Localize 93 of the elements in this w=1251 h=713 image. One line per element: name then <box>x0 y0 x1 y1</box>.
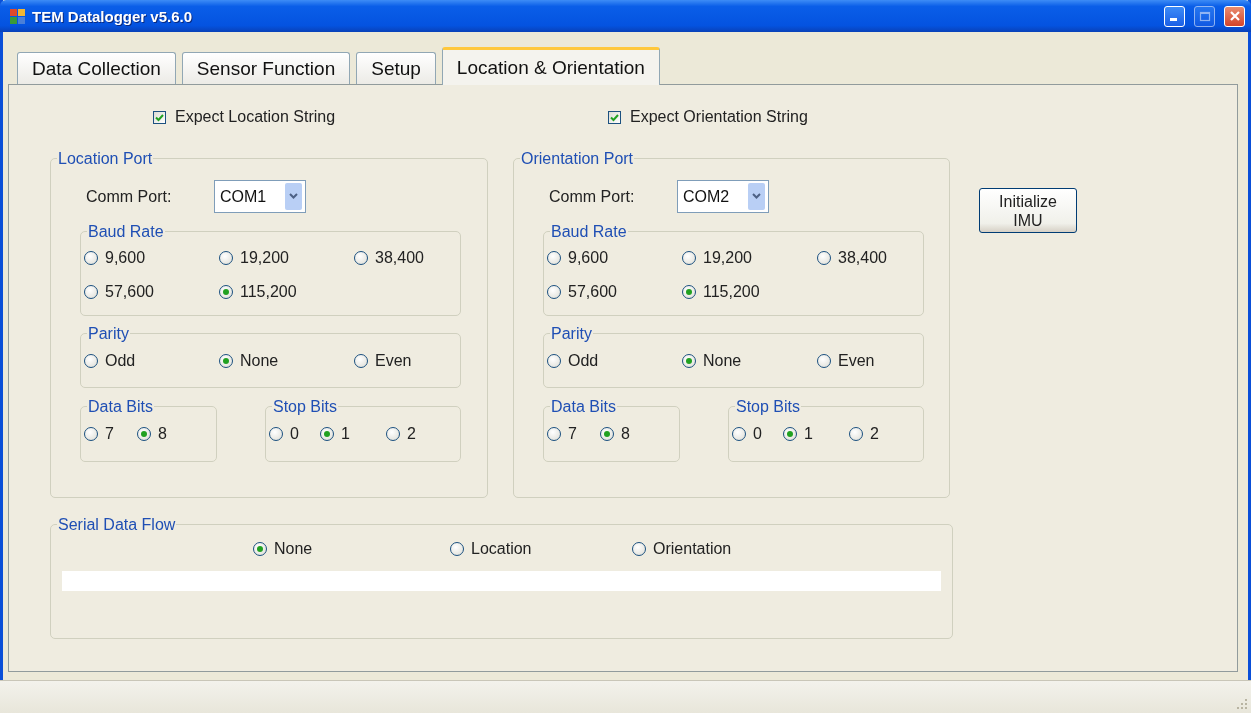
radio-label[interactable]: 38,400 <box>838 249 887 267</box>
window-title: TEM Datalogger v5.6.0 <box>32 7 194 25</box>
radio-button[interactable] <box>817 251 831 265</box>
checkbox-label[interactable]: Expect Orientation String <box>630 108 808 126</box>
resize-grip-icon[interactable] <box>1236 698 1248 710</box>
radio-button[interactable] <box>137 427 151 441</box>
radio-label[interactable]: None <box>240 352 279 370</box>
radio-button[interactable] <box>732 427 746 441</box>
radio-label[interactable]: 2 <box>870 425 879 443</box>
close-icon <box>1228 10 1241 22</box>
radio-label[interactable]: Even <box>375 352 412 370</box>
radio-label[interactable]: 8 <box>621 425 630 443</box>
radio-button[interactable] <box>354 354 368 368</box>
tab[interactable]: Setup <box>356 52 436 84</box>
group-title: Location Port <box>57 149 154 168</box>
radio-button[interactable] <box>783 427 797 441</box>
radio-button[interactable] <box>632 542 646 556</box>
field-label: Comm Port: <box>549 187 636 206</box>
tab[interactable]: Data Collection <box>17 52 176 84</box>
maximize-button[interactable] <box>1194 5 1215 27</box>
caret-icon[interactable] <box>285 183 302 210</box>
minimize-button[interactable] <box>1164 5 1185 27</box>
radio-label[interactable]: Odd <box>568 352 599 370</box>
group-title: Parity <box>87 324 130 343</box>
tab[interactable]: Location & Orientation <box>441 47 660 85</box>
group-title: Baud Rate <box>550 222 628 241</box>
group-title: Data Bits <box>87 397 154 416</box>
checkbox[interactable] <box>608 110 621 124</box>
radio-button[interactable] <box>682 285 696 299</box>
initialize-button[interactable]: Initialize IMU <box>979 188 1077 233</box>
caret-icon[interactable] <box>748 183 765 210</box>
group-title: Data Bits <box>550 397 617 416</box>
radio-button[interactable] <box>219 285 233 299</box>
radio-button[interactable] <box>84 285 98 299</box>
radio-button[interactable] <box>547 285 561 299</box>
radio-label[interactable]: 8 <box>158 425 167 443</box>
radio-label[interactable]: 7 <box>105 425 114 443</box>
app-icon <box>9 7 26 25</box>
radio-button[interactable] <box>547 427 561 441</box>
group-title: Stop Bits <box>272 397 339 416</box>
group-title: Serial Data Flow <box>57 515 177 534</box>
field-label: Comm Port: <box>86 187 173 206</box>
radio-button[interactable] <box>600 427 614 441</box>
radio-label[interactable]: 38,400 <box>375 249 424 267</box>
radio-button[interactable] <box>849 427 863 441</box>
group-title: Baud Rate <box>87 222 165 241</box>
radio-button[interactable] <box>547 251 561 265</box>
radio-label[interactable]: 0 <box>290 425 299 443</box>
radio-button[interactable] <box>320 427 334 441</box>
radio-label[interactable]: 9,600 <box>105 249 146 267</box>
radio-button[interactable] <box>219 354 233 368</box>
checkbox-label[interactable]: Expect Location String <box>175 108 336 126</box>
radio-label[interactable]: Location <box>471 540 532 558</box>
radio-label[interactable]: None <box>274 540 313 558</box>
radio-label[interactable]: None <box>703 352 742 370</box>
radio-label[interactable]: Orientation <box>653 540 732 558</box>
radio-label[interactable]: 9,600 <box>568 249 609 267</box>
radio-label[interactable]: 2 <box>407 425 416 443</box>
maximize-icon <box>1198 10 1211 22</box>
group-title: Orientation Port <box>520 149 635 168</box>
radio-label[interactable]: 1 <box>804 425 813 443</box>
radio-label[interactable]: 19,200 <box>703 249 752 267</box>
comm-port-dropdown[interactable]: COM1 <box>214 180 306 213</box>
close-button[interactable] <box>1224 5 1245 27</box>
group-title: Parity <box>550 324 593 343</box>
radio-label[interactable]: 19,200 <box>240 249 289 267</box>
radio-button[interactable] <box>84 251 98 265</box>
radio-label[interactable]: Even <box>838 352 875 370</box>
radio-button[interactable] <box>354 251 368 265</box>
radio-label[interactable]: Odd <box>105 352 136 370</box>
radio-label[interactable]: 1 <box>341 425 350 443</box>
radio-button[interactable] <box>682 354 696 368</box>
radio-label[interactable]: 115,200 <box>240 283 297 301</box>
radio-button[interactable] <box>84 427 98 441</box>
radio-button[interactable] <box>219 251 233 265</box>
radio-button[interactable] <box>682 251 696 265</box>
radio-label[interactable]: 0 <box>753 425 762 443</box>
radio-label[interactable]: 57,600 <box>568 283 617 301</box>
radio-label[interactable]: 115,200 <box>703 283 760 301</box>
radio-label[interactable]: 7 <box>568 425 577 443</box>
comm-port-dropdown[interactable]: COM2 <box>677 180 769 213</box>
radio-button[interactable] <box>547 354 561 368</box>
radio-button[interactable] <box>269 427 283 441</box>
radio-label[interactable]: 57,600 <box>105 283 154 301</box>
group-title: Stop Bits <box>735 397 802 416</box>
radio-button[interactable] <box>253 542 267 556</box>
radio-button[interactable] <box>386 427 400 441</box>
tab[interactable]: Sensor Function <box>181 52 351 84</box>
radio-button[interactable] <box>817 354 831 368</box>
minimize-icon <box>1169 18 1177 21</box>
checkbox[interactable] <box>153 110 166 124</box>
radio-button[interactable] <box>450 542 464 556</box>
radio-button[interactable] <box>84 354 98 368</box>
